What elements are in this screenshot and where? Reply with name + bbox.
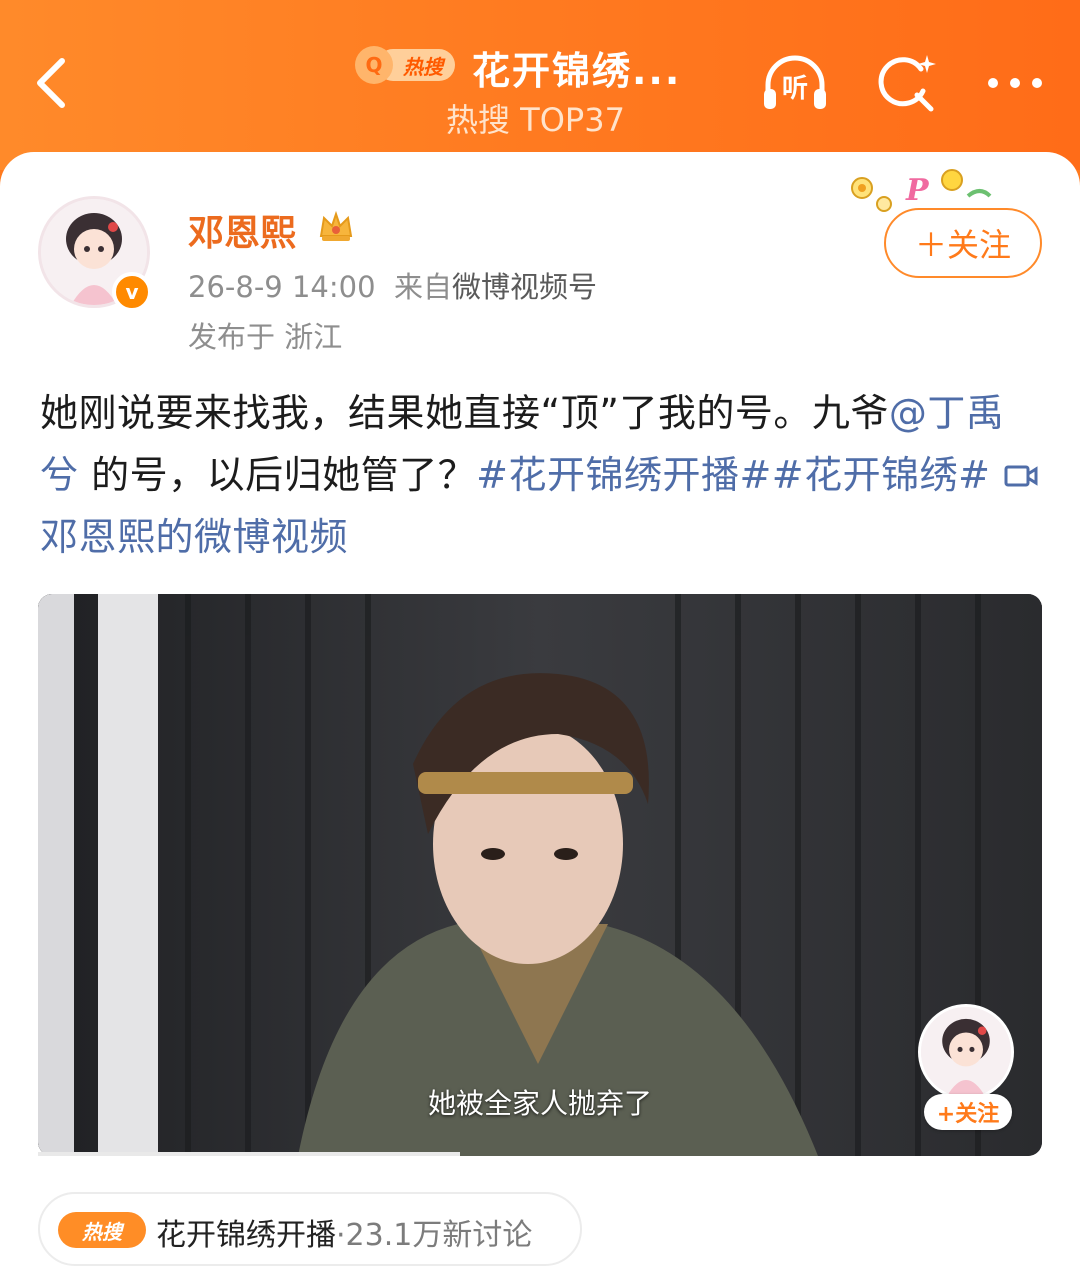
back-button[interactable] bbox=[30, 55, 70, 111]
video-follow-button[interactable]: +关注 bbox=[924, 1094, 1012, 1130]
hot-topic-pill[interactable]: 热搜 花开锦绣开播·23.1万新讨论 bbox=[38, 1192, 582, 1266]
video-author-avatar[interactable] bbox=[918, 1004, 1014, 1100]
search-q-icon: Q bbox=[355, 46, 393, 84]
crown-icon bbox=[319, 210, 353, 241]
topic-hot-badge: 热搜 bbox=[58, 1212, 146, 1248]
more-icon bbox=[988, 78, 1042, 88]
listen-label: 听 bbox=[782, 74, 808, 104]
listen-icon: 听 bbox=[764, 55, 826, 109]
author-name[interactable]: 邓恩熙 bbox=[188, 204, 296, 256]
follow-button[interactable]: ＋关注 bbox=[884, 208, 1042, 278]
search-button[interactable] bbox=[872, 48, 942, 118]
search-sparkle-icon bbox=[878, 55, 936, 112]
avatar-illustration-small bbox=[921, 1007, 1011, 1097]
more-button[interactable] bbox=[980, 48, 1050, 118]
post-text-part2: 的号，以后归她管了？ bbox=[78, 453, 477, 497]
post-text-part1: 她刚说要来找我，结果她直接“顶”了我的号。九爷 bbox=[40, 391, 889, 435]
topic-count: ·23.1万新讨论 bbox=[336, 1218, 533, 1253]
hashtag-link-2[interactable]: #花开锦绣# bbox=[772, 453, 991, 497]
video-link-label: 邓恩熙的微博视频 bbox=[40, 515, 349, 559]
video-player[interactable] bbox=[38, 594, 1042, 1156]
hot-search-badge: 热搜 Q bbox=[355, 45, 455, 85]
page-subtitle: 热搜 TOP37 bbox=[446, 101, 625, 139]
listen-button[interactable]: 听 bbox=[760, 48, 830, 118]
post-location: 发布于 浙江 bbox=[188, 320, 343, 354]
svg-text:P: P bbox=[905, 173, 930, 208]
post-card: v 邓恩熙 26-8-9 14:00 来自微博视频号 发布于 浙江 P ＋关注 … bbox=[0, 152, 1080, 1281]
post-from: 来自 bbox=[393, 270, 452, 304]
post-time: 26-8-9 14:00 bbox=[188, 270, 376, 304]
topic-name: 花开锦绣开播 bbox=[156, 1218, 336, 1253]
post-source[interactable]: 微博视频号 bbox=[452, 270, 597, 304]
post-body: 她刚说要来找我，结果她直接“顶”了我的号。九爷@丁禹兮 的号，以后归她管了？#花… bbox=[40, 382, 1040, 568]
hashtag-link-1[interactable]: #花开锦绣开播# bbox=[476, 453, 772, 497]
post-meta-time: 26-8-9 14:00 来自微博视频号 bbox=[188, 264, 597, 306]
video-progress-bar[interactable] bbox=[38, 1152, 460, 1156]
verified-badge: v bbox=[112, 272, 152, 312]
chevron-left-icon bbox=[37, 58, 65, 108]
topic-text: 花开锦绣开播·23.1万新讨论 bbox=[156, 1210, 532, 1254]
video-subtitle: 她被全家人抛弃了 bbox=[427, 1087, 652, 1120]
video-frame-illustration bbox=[38, 594, 1042, 1156]
page-title[interactable]: 花开锦绣... bbox=[472, 40, 681, 95]
video-camera-icon bbox=[1004, 465, 1038, 487]
top-bar: 热搜 Q 花开锦绣... 热搜 TOP37 听 bbox=[0, 0, 1080, 170]
